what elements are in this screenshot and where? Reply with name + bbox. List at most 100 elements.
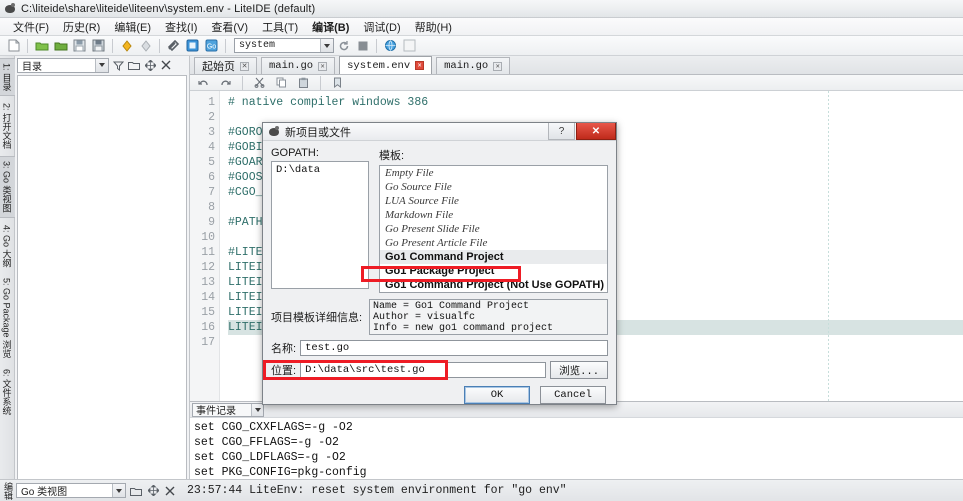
- move-icon[interactable]: [146, 484, 160, 498]
- folder-icon[interactable]: [129, 484, 143, 498]
- ok-button[interactable]: OK: [464, 386, 530, 404]
- log-view-combo[interactable]: 事件记录: [192, 403, 264, 417]
- back-icon[interactable]: [118, 37, 135, 54]
- move-icon[interactable]: [143, 58, 157, 72]
- line-number: 15: [190, 305, 215, 320]
- build-icon[interactable]: [165, 37, 182, 54]
- close-icon[interactable]: ✕: [415, 61, 424, 70]
- list-item[interactable]: Markdown File: [380, 208, 607, 222]
- tab-system-env[interactable]: system.env ✕: [339, 56, 432, 74]
- toolbar-separator-4: [225, 39, 226, 53]
- menu-item-file[interactable]: 文件(F): [6, 18, 56, 36]
- statusbar: 编辑 Go 类视图 23:57:44 LiteEnv: reset system…: [0, 479, 963, 501]
- run-icon[interactable]: [184, 37, 201, 54]
- dialog-window-buttons: ? ✕: [548, 123, 616, 140]
- name-input[interactable]: test.go: [300, 340, 608, 356]
- list-item-selected[interactable]: Go1 Command Project: [380, 250, 607, 264]
- cut-icon[interactable]: [251, 74, 268, 91]
- list-item[interactable]: Go1 Package Project: [380, 264, 607, 278]
- menu-item-build[interactable]: 编译(B): [305, 18, 356, 36]
- toolbar-separator-2: [112, 39, 113, 53]
- log-view-combo-value: 事件记录: [196, 402, 236, 417]
- template-section: 模板: Empty File Go Source File LUA Source…: [379, 147, 608, 293]
- build-env-combo-value: system: [239, 40, 275, 51]
- status-view-combo[interactable]: Go 类视图: [16, 483, 126, 498]
- sidebar-item-go-outline[interactable]: 4: Go 大纲: [0, 221, 15, 272]
- close-icon[interactable]: ✕: [576, 123, 616, 140]
- tab-main-go-2[interactable]: main.go ✕: [436, 57, 510, 74]
- sidebar-view-combo[interactable]: 目录: [17, 58, 109, 73]
- tab-start-page[interactable]: 起始页 ✕: [194, 57, 257, 74]
- gopath-listbox[interactable]: D:\data: [271, 161, 369, 289]
- menu-item-history[interactable]: 历史(R): [56, 18, 107, 36]
- chevron-down-icon[interactable]: [320, 39, 333, 52]
- menu-item-edit[interactable]: 编辑(E): [107, 18, 158, 36]
- copy-icon[interactable]: [273, 74, 290, 91]
- paste-icon[interactable]: [295, 74, 312, 91]
- undo-icon[interactable]: [195, 74, 212, 91]
- sidebar-item-go-class-view[interactable]: 3: Go 类视图: [0, 156, 16, 218]
- close-icon[interactable]: ✕: [318, 62, 327, 71]
- menu-item-find[interactable]: 查找(I): [158, 18, 204, 36]
- close-icon[interactable]: [163, 484, 177, 498]
- go-icon[interactable]: Go: [203, 37, 220, 54]
- sidebar-item-go-package-browser[interactable]: 5: Go Package 浏览: [0, 274, 15, 362]
- reload-icon[interactable]: [335, 37, 352, 54]
- sidebar-item-open-docs[interactable]: 2: 打开文档: [0, 99, 15, 153]
- sidebar-item-file-system[interactable]: 6: 文件系统: [0, 365, 15, 419]
- dialog-body: GOPATH: D:\data 模板: Empty File Go Source…: [263, 141, 616, 410]
- globe-icon[interactable]: [382, 37, 399, 54]
- line-number: 5: [190, 155, 215, 170]
- new-project-dialog[interactable]: 新项目或文件 ? ✕ GOPATH: D:\data 模板: Empty Fil…: [262, 122, 617, 405]
- menu-item-debug[interactable]: 调试(D): [356, 18, 407, 36]
- name-row: 名称: test.go: [271, 340, 608, 356]
- template-detail-label: 项目模板详细信息:: [271, 299, 363, 325]
- line-number: 7: [190, 185, 215, 200]
- code-line: # native compiler windows 386: [228, 95, 963, 110]
- forward-icon[interactable]: [137, 37, 154, 54]
- sidebar-panel: 目录: [15, 56, 190, 501]
- blank-icon[interactable]: [401, 37, 418, 54]
- line-number: 14: [190, 290, 215, 305]
- line-number: 10: [190, 230, 215, 245]
- dialog-title: 新项目或文件: [285, 124, 351, 140]
- location-input[interactable]: D:\data\src\test.go: [300, 362, 546, 378]
- list-item[interactable]: D:\data: [272, 162, 368, 176]
- menu-item-tools[interactable]: 工具(T): [255, 18, 305, 36]
- tab-main-go-1[interactable]: main.go ✕: [261, 57, 335, 74]
- chevron-down-icon[interactable]: [112, 484, 125, 497]
- browse-button[interactable]: 浏览...: [550, 361, 608, 379]
- list-item[interactable]: LUA Source File: [380, 194, 607, 208]
- tab-label: main.go: [269, 60, 313, 72]
- bookmark-icon[interactable]: [329, 74, 346, 91]
- save-icon[interactable]: [71, 37, 88, 54]
- close-icon[interactable]: ✕: [493, 62, 502, 71]
- menu-item-view[interactable]: 查看(V): [204, 18, 255, 36]
- chevron-down-icon[interactable]: [95, 59, 108, 72]
- list-item[interactable]: Go Present Slide File: [380, 222, 607, 236]
- list-item[interactable]: Empty File: [380, 166, 607, 180]
- template-listbox[interactable]: Empty File Go Source File LUA Source Fil…: [379, 165, 608, 293]
- stop-icon[interactable]: [354, 37, 371, 54]
- folder-icon[interactable]: [127, 58, 141, 72]
- close-icon[interactable]: [159, 58, 173, 72]
- redo-icon[interactable]: [217, 74, 234, 91]
- status-vertical-tab[interactable]: 编辑: [2, 481, 15, 501]
- build-env-combo[interactable]: system: [234, 38, 334, 53]
- list-item[interactable]: Go Present Article File: [380, 236, 607, 250]
- open-folder-icon[interactable]: [33, 37, 50, 54]
- line-number: 11: [190, 245, 215, 260]
- help-button[interactable]: ?: [548, 123, 575, 140]
- open-folder-alt-icon[interactable]: [52, 37, 69, 54]
- menu-item-help[interactable]: 帮助(H): [408, 18, 459, 36]
- sidebar-item-directory[interactable]: 1: 目录: [0, 58, 16, 96]
- cancel-button[interactable]: Cancel: [540, 386, 606, 404]
- new-file-icon[interactable]: [5, 37, 22, 54]
- chevron-down-icon[interactable]: [251, 404, 263, 416]
- filter-icon[interactable]: [111, 58, 125, 72]
- list-item[interactable]: Go1 Command Project (Not Use GOPATH): [380, 278, 607, 292]
- save-all-icon[interactable]: [90, 37, 107, 54]
- list-item[interactable]: Go Source File: [380, 180, 607, 194]
- close-icon[interactable]: ✕: [240, 62, 249, 71]
- sidebar-content[interactable]: [17, 75, 187, 499]
